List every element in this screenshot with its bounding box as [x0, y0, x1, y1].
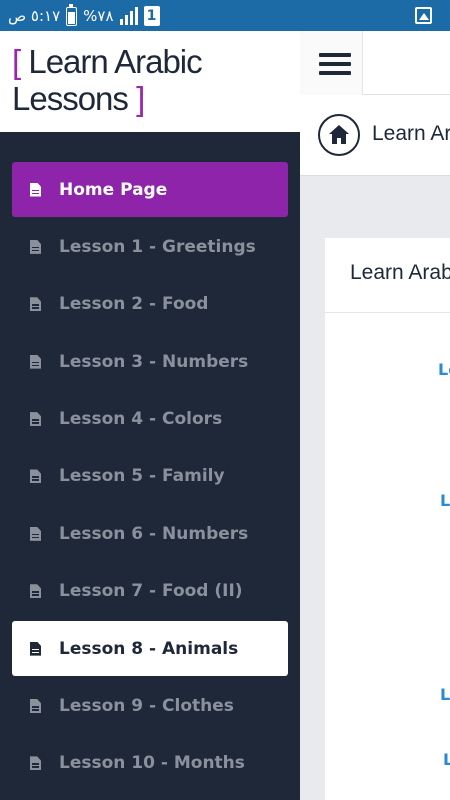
sidebar-item-lesson-9[interactable]: Lesson 9 - Clothes [12, 679, 288, 734]
signal-icon [119, 7, 138, 25]
home-icon[interactable] [318, 114, 360, 156]
breadcrumb-title: Learn Ar [372, 122, 450, 145]
sidebar-item-lesson-5[interactable]: Lesson 5 - Family [12, 449, 288, 504]
sidebar-item-label: Lesson 8 - Animals [59, 638, 239, 659]
main-content: Learn Ar Learn Arabi Le L L L [300, 31, 450, 800]
lesson-link[interactable]: L [443, 750, 450, 769]
card-title: Learn Arabi [325, 238, 450, 313]
sidebar-item-label: Lesson 6 - Numbers [59, 523, 249, 544]
brand-title-line1: Learn Arabic [28, 43, 202, 80]
sidebar-item-lesson-6[interactable]: Lesson 6 - Numbers [12, 506, 288, 561]
hamburger-icon[interactable] [300, 31, 363, 95]
lesson-link[interactable]: Le [438, 360, 450, 379]
document-icon [30, 699, 41, 714]
gallery-icon [415, 7, 432, 24]
document-icon [30, 182, 41, 197]
sidebar-item-lesson-1[interactable]: Lesson 1 - Greetings [12, 219, 288, 274]
sidebar-item-lesson-4[interactable]: Lesson 4 - Colors [12, 392, 288, 447]
lesson-link[interactable]: L [440, 491, 450, 510]
status-bar: ٥:١٧ ص %٧٨ 1 [0, 0, 450, 31]
brand-logo[interactable]: [ Learn Arabic Lessons ] [0, 31, 300, 132]
battery-icon [66, 3, 78, 26]
sidebar-item-lesson-8[interactable]: Lesson 8 - Animals [12, 621, 288, 677]
document-icon [30, 584, 41, 599]
brand-line-2: Lessons ] [12, 80, 300, 117]
sidebar-item-lesson-2[interactable]: Lesson 2 - Food [12, 277, 288, 332]
sidebar-item-label: Lesson 7 - Food (II) [59, 581, 243, 602]
document-icon [30, 239, 41, 254]
breadcrumb: Learn Ar [300, 95, 450, 176]
document-icon [30, 641, 41, 656]
brand-line-1: [ Learn Arabic [12, 43, 300, 80]
sidebar-item-home[interactable]: Home Page [12, 162, 288, 217]
status-left: ٥:١٧ ص %٧٨ 1 [8, 3, 160, 26]
sidebar-item-label: Lesson 5 - Family [59, 466, 225, 487]
sidebar-item-label: Lesson 9 - Clothes [59, 696, 234, 717]
document-icon [30, 756, 41, 771]
sidebar-item-label: Lesson 2 - Food [59, 294, 209, 315]
sidebar: [ Learn Arabic Lessons ] Home Page Lesso… [0, 31, 300, 800]
sidebar-item-label: Lesson 4 - Colors [59, 409, 223, 430]
sidebar-item-label: Home Page [59, 179, 168, 200]
sidebar-item-lesson-7[interactable]: Lesson 7 - Food (II) [12, 564, 288, 619]
sidebar-item-lesson-3[interactable]: Lesson 3 - Numbers [12, 334, 288, 389]
document-icon [30, 297, 41, 312]
document-icon [30, 412, 41, 427]
document-icon [30, 354, 41, 369]
brand-title-line2: Lessons [12, 80, 129, 117]
sim-icon: 1 [143, 6, 160, 26]
document-icon [30, 469, 41, 484]
battery-percent: %٧٨ [83, 7, 114, 25]
sidebar-item-label: Lesson 3 - Numbers [59, 351, 249, 372]
content-card: Learn Arabi Le L L L [325, 238, 450, 800]
brand-bracket-close: ] [136, 80, 145, 117]
sidebar-item-label: Lesson 1 - Greetings [59, 236, 256, 257]
sidebar-menu: Home Page Lesson 1 - Greetings Lesson 2 … [12, 162, 288, 793]
status-time: ٥:١٧ ص [8, 7, 61, 25]
brand-bracket-open: [ [12, 43, 21, 80]
sidebar-item-label: Lesson 10 - Months [59, 753, 245, 774]
document-icon [30, 526, 41, 541]
lesson-link[interactable]: L [440, 685, 450, 704]
sidebar-item-lesson-10[interactable]: Lesson 10 - Months [12, 736, 288, 791]
top-bar [300, 31, 450, 95]
